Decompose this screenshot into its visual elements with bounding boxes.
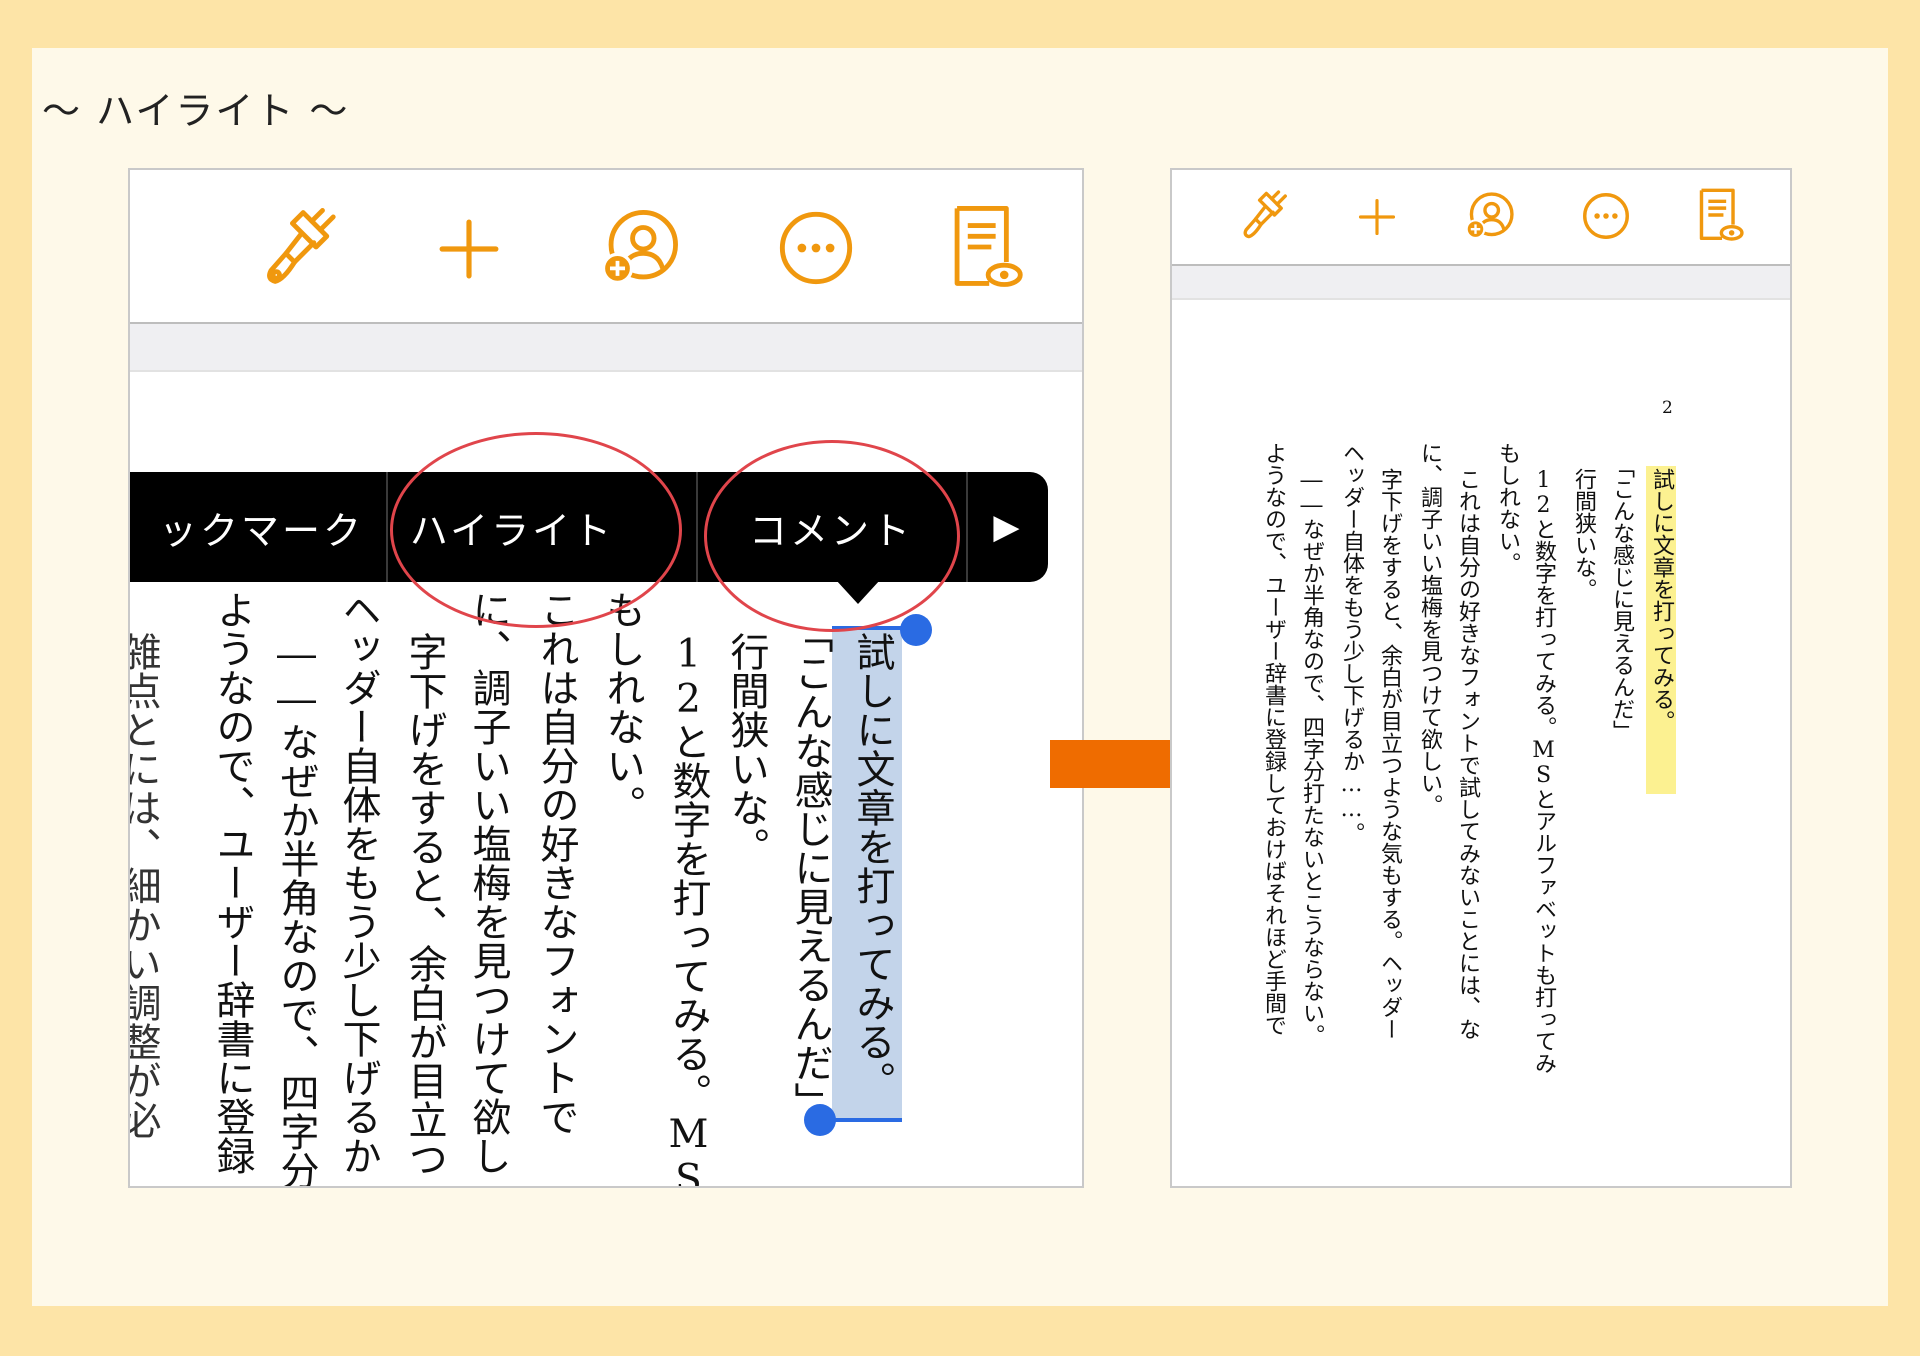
menu-item-bookmark[interactable]: ックマーク bbox=[130, 472, 382, 582]
document-eye-icon[interactable] bbox=[948, 202, 1024, 292]
text-column[interactable]: 12と数字を打ってみる。MS bbox=[660, 632, 716, 1186]
more-icon[interactable] bbox=[778, 210, 854, 286]
selection-start-handle[interactable] bbox=[900, 614, 932, 646]
before-screenshot: 試しに文章を打ってみる。 「こんな感じに見えるんだ」 行間狭いな。 12と数字を… bbox=[128, 168, 1084, 1188]
after-screenshot: 2 試しに文章を打ってみる。 「こんな感じに見えるんだ」 行間狭いな。 12と数… bbox=[1170, 168, 1792, 1188]
text-column[interactable]: ――なぜか半角なので、四字分 bbox=[268, 632, 324, 1186]
page-top-band bbox=[130, 324, 1082, 372]
add-person-icon[interactable] bbox=[1462, 190, 1516, 244]
plus-icon[interactable] bbox=[438, 218, 500, 280]
text-column[interactable]: 12と数字を打ってみる。MSとアルファベットも打ってみ bbox=[1524, 468, 1563, 1074]
text-column[interactable]: ヘッダー自体をもう少し下げるか……。 bbox=[1332, 442, 1371, 844]
text-column[interactable]: 行間狭いな。 bbox=[1564, 468, 1603, 600]
more-icon[interactable] bbox=[1582, 192, 1630, 240]
page-top-band bbox=[1172, 266, 1790, 300]
text-column[interactable]: 行間狭いな。 bbox=[718, 632, 774, 866]
text-column[interactable]: ようなので、ユーザー辞書に登録 bbox=[204, 590, 260, 1175]
toolbar bbox=[1172, 170, 1790, 266]
text-column[interactable]: もしれない。 bbox=[1488, 442, 1527, 574]
text-column[interactable]: 試しに文章を打ってみる。 bbox=[1642, 468, 1681, 732]
text-column[interactable]: 雑点とには、細かい調整が必 bbox=[130, 632, 166, 1139]
document-eye-icon[interactable] bbox=[1696, 186, 1744, 244]
text-column[interactable]: ――なぜか半角なので、四字分打たないとこうならない。 bbox=[1292, 468, 1331, 1046]
text-column[interactable]: 「こんな感じに見えるんだ」 bbox=[782, 614, 838, 1121]
figure-card: ～ ハイライト ～ 試しに文章を打ってみる。 「こんな感じに見えるんだ」 行間狭… bbox=[32, 48, 1888, 1306]
selection-bottom-edge bbox=[832, 1118, 902, 1122]
text-column[interactable]: ようなので、ユーザー辞書に登録しておけばそれほど手間で bbox=[1254, 442, 1293, 1036]
annotation-circle bbox=[704, 440, 960, 632]
add-person-icon[interactable] bbox=[596, 206, 682, 292]
text-column[interactable]: ヘッダー自体をもう少し下げるか bbox=[330, 590, 386, 1175]
text-column[interactable]: これは自分の好きなフォントで試してみないことには、な bbox=[1448, 468, 1487, 1040]
paintbrush-icon[interactable] bbox=[1238, 188, 1292, 242]
text-column[interactable]: に、調子いい塩梅を見つけて欲し bbox=[460, 590, 516, 1175]
text-column[interactable]: これは自分の好きなフォントで bbox=[528, 590, 584, 1136]
text-column[interactable]: 字下げをすると、余白が目立つような気もする。ヘッダー bbox=[1370, 468, 1409, 1040]
text-column[interactable]: 試しに文章を打ってみる。 bbox=[844, 632, 900, 1100]
text-column[interactable]: もしれない。 bbox=[594, 590, 650, 824]
annotation-circle bbox=[390, 432, 682, 628]
text-column[interactable]: に、調子いい塩梅を見つけて欲しい。 bbox=[1410, 442, 1449, 816]
text-column[interactable]: 字下げをすると、余白が目立つ bbox=[396, 632, 452, 1178]
page-number: 2 bbox=[1662, 398, 1673, 418]
menu-next-arrow[interactable]: ▶ bbox=[968, 472, 1048, 582]
section-heading: ～ ハイライト ～ bbox=[42, 89, 350, 133]
toolbar bbox=[130, 170, 1082, 324]
paintbrush-icon[interactable] bbox=[258, 204, 344, 290]
plus-icon[interactable] bbox=[1358, 198, 1396, 236]
text-column[interactable]: 「こんな感じに見えるんだ」 bbox=[1602, 456, 1641, 742]
